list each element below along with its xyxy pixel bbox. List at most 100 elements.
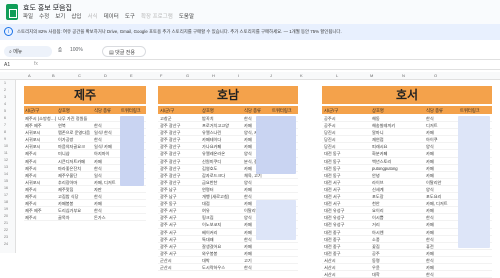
row-header[interactable]: 13 [4,165,8,169]
column-header[interactable]: G [186,73,189,78]
city-cell[interactable]: 광주 서구 [160,222,177,228]
store-cell[interactable]: 알마니 [372,130,384,136]
store-cell[interactable]: 김영호도 [202,166,217,172]
column-header[interactable]: J [270,73,272,78]
city-cell[interactable]: 광주 서구 [160,230,177,236]
city-cell[interactable]: 제주시 [25,187,37,193]
type-cell[interactable]: 카페 [244,201,252,207]
city-cell[interactable]: 제주시 [25,159,37,165]
search-menu-button[interactable]: ⌕ 메뉴 [4,46,52,57]
store-cell[interactable]: 개행 (새로고침) [202,194,229,200]
store-cell[interactable]: 이시쁨 [372,215,384,221]
type-cell[interactable]: 카페 [426,222,434,228]
menu-data[interactable]: 데이터 [104,12,119,20]
store-cell[interactable]: 금요반찬 [202,180,217,186]
store-cell[interactable]: 나무 가진 정원들 [58,116,87,122]
city-cell[interactable]: 대전 중구 [324,230,341,236]
city-cell[interactable]: 광주 남구 [160,194,177,200]
type-cell[interactable]: 카페 [244,244,252,250]
type-cell[interactable]: 자판 [94,187,102,193]
menu-tools[interactable]: 도구 [125,12,135,20]
store-cell[interactable]: 꽃집 [372,244,380,250]
store-cell[interactable]: 베이커리 [202,230,217,236]
store-cell[interactable]: 여유 [202,208,210,214]
store-cell[interactable]: 유엘레온라온 [202,151,225,157]
type-cell[interactable]: 카페, 디저트 [426,201,448,207]
store-cell[interactable]: 프로거치고고양 [202,123,229,129]
type-cell[interactable]: 카페 [426,166,434,172]
city-cell[interactable]: 광주 광산구 [160,137,180,143]
menu-file[interactable]: 파일 [23,12,33,20]
city-cell[interactable]: 서산시 [324,272,336,278]
store-cell[interactable]: 고집밥 식당 [58,194,78,200]
row-header[interactable]: 8 [4,130,6,134]
city-cell[interactable]: 대전 서구 [324,194,341,200]
store-cell[interactable]: 카페봉봉 [58,201,73,207]
row-header[interactable]: 22 [4,228,8,232]
row-header[interactable]: 14 [4,172,8,176]
city-cell[interactable]: 제주 제주 [25,123,42,129]
row-header[interactable]: 24 [4,242,8,246]
sheets-logo-icon[interactable] [6,4,18,20]
city-cell[interactable]: 서귀포시 [25,144,40,150]
type-cell[interactable]: 일식 [94,173,102,179]
row-header[interactable]: 23 [4,235,8,239]
store-cell[interactable]: 피래시요 [372,144,387,150]
type-cell[interactable]: 한식 [244,265,252,271]
city-cell[interactable]: 광주 광산구 [160,180,180,186]
row-header[interactable]: 21 [4,221,8,225]
row-header[interactable]: 9 [4,137,6,141]
type-cell[interactable]: 카페 [94,159,102,165]
city-cell[interactable]: 광주 광산구 [160,151,180,157]
city-cell[interactable]: 서귀포시 [25,180,40,186]
store-cell[interactable]: 제주맛집 [58,187,73,193]
store-cell[interactable]: 미니샵 [58,151,70,157]
column-header[interactable]: F [160,73,162,78]
city-cell[interactable]: 대전 동구 [324,159,341,165]
city-cell[interactable]: 대전 중구 [324,244,341,250]
store-cell[interactable]: 핑크짐 [202,215,214,221]
store-cell[interactable]: 마라좋은잔치 [58,166,81,172]
city-cell[interactable]: 광주 광산구 [160,123,180,129]
city-cell[interactable]: 제주시 [25,151,37,157]
city-cell[interactable]: 제주시 [25,194,37,200]
row-header[interactable]: 6 [4,116,6,120]
store-cell[interactable]: 잘생겼어요 [202,244,221,250]
type-cell[interactable]: 카페 [426,130,434,136]
store-cell[interactable]: 도리심가부요 [58,208,81,214]
type-cell[interactable]: 한식 [94,166,102,172]
store-cell[interactable]: 포도장 [372,194,384,200]
type-cell[interactable]: 카페, 디저트 [94,180,116,186]
city-cell[interactable]: 공주시 [324,116,336,122]
city-cell[interactable]: 광주 동구 [160,201,177,207]
menu-help[interactable]: 도움말 [179,12,194,20]
type-cell[interactable]: 한식 [94,208,102,214]
store-cell[interactable]: 천안 [372,201,380,207]
type-cell[interactable]: 아이쿠 [426,137,438,143]
type-cell[interactable]: 카페 [94,201,102,207]
city-cell[interactable]: 광주 서구 [160,215,177,221]
city-cell[interactable]: 서산시 [324,258,336,264]
type-cell[interactable]: 한식 [94,194,102,200]
city-cell[interactable]: 광주 광산구 [160,159,180,165]
type-cell[interactable]: 한식 [426,215,434,221]
city-cell[interactable]: 제주 제주 [25,208,42,214]
type-cell[interactable]: 카페 [244,222,252,228]
city-cell[interactable]: 광주 서구 [160,237,177,243]
type-cell[interactable]: 한식 [244,237,252,243]
type-cell[interactable]: 한식 [426,116,434,122]
city-cell[interactable]: 군산시 [160,265,172,271]
city-cell[interactable]: 제주시 [25,166,37,172]
type-cell[interactable]: 한식 [94,137,102,143]
type-cell[interactable]: 카페 [244,144,252,150]
column-header[interactable]: E [130,73,133,78]
type-cell[interactable]: 돈가스 [94,215,106,221]
type-cell[interactable]: 한식 [94,123,102,129]
type-cell[interactable]: 카페 [426,173,434,179]
row-header[interactable]: 7 [4,123,6,127]
store-cell[interactable]: 이노보코지 [202,222,221,228]
city-cell[interactable]: 광주 남구 [160,187,177,193]
menu-insert[interactable]: 삽입 [71,12,81,20]
row-header[interactable]: 1 [4,81,6,85]
column-header[interactable]: B [52,73,55,78]
